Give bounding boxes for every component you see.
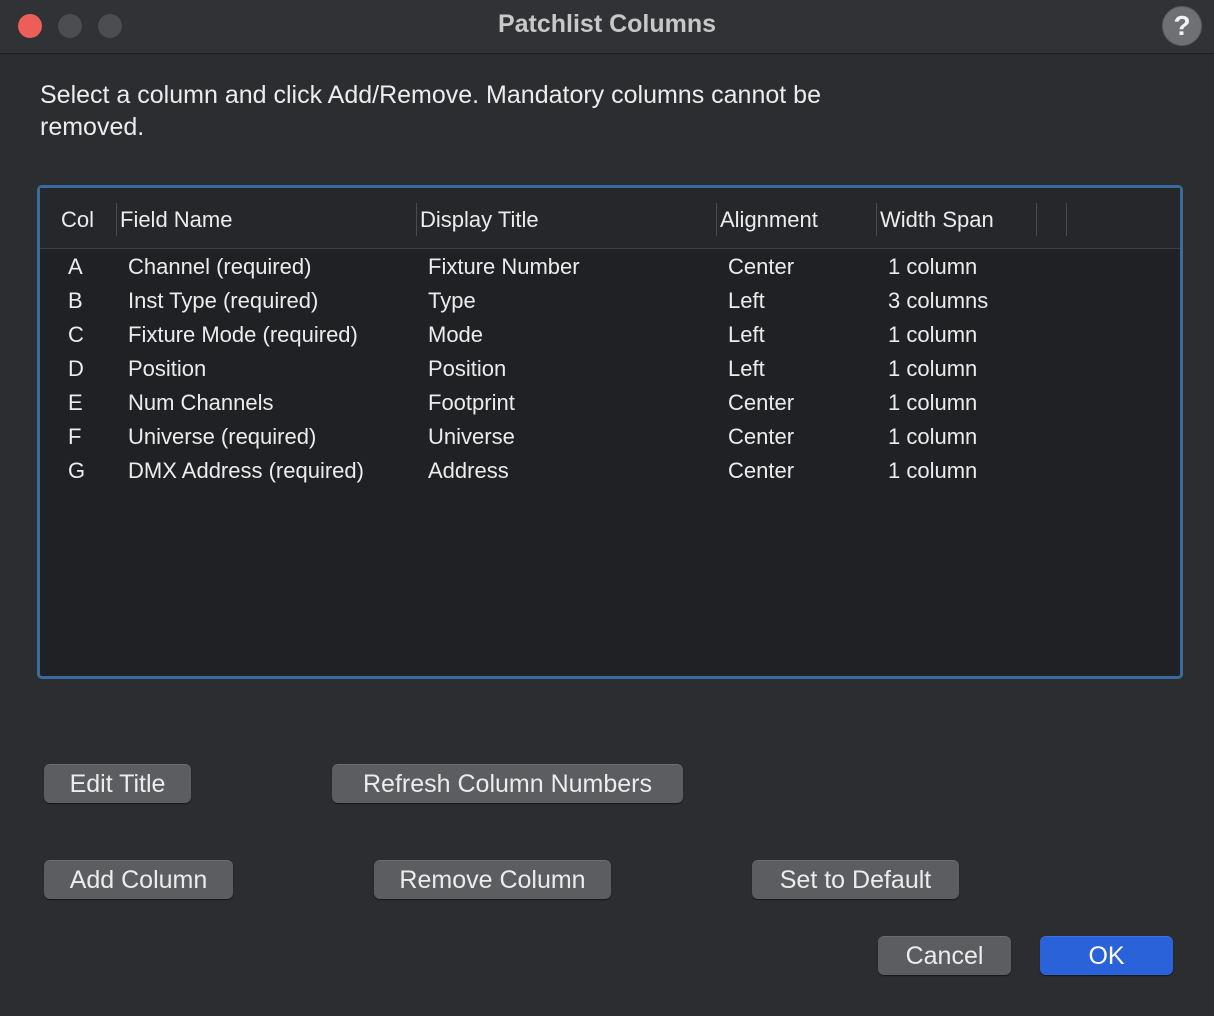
cell-display-title: Universe [428,424,515,449]
cell-col: B [68,288,83,313]
cell-col: G [68,458,86,483]
cell-display-title: Fixture Number [428,254,580,279]
cell-alignment: Center [728,424,795,449]
table-row[interactable]: D Position Position Left 1 column [40,351,1180,385]
header-display-title[interactable]: Display Title [420,207,539,233]
cell-display-title: Address [428,458,509,483]
cell-display-title: Footprint [428,390,515,415]
help-icon[interactable]: ? [1162,6,1202,46]
cell-alignment: Left [728,356,765,381]
table-row[interactable]: E Num Channels Footprint Center 1 column [40,385,1180,419]
column-divider[interactable] [1036,203,1037,236]
refresh-column-numbers-button[interactable]: Refresh Column Numbers [332,764,683,803]
cell-width-span: 3 columns [888,288,989,313]
cell-col: F [68,424,82,449]
cell-field-name: Num Channels [128,390,274,415]
cell-width-span: 1 column [888,390,978,415]
header-col[interactable]: Col [61,207,94,233]
cell-col: C [68,322,84,347]
cell-alignment: Center [728,390,795,415]
cell-width-span: 1 column [888,424,978,449]
cell-alignment: Left [728,288,765,313]
table-row[interactable]: C Fixture Mode (required) Mode Left 1 co… [40,317,1180,351]
cell-width-span: 1 column [888,458,978,483]
cell-field-name: DMX Address (required) [128,458,364,483]
cell-field-name: Inst Type (required) [128,288,319,313]
remove-column-button[interactable]: Remove Column [374,860,611,899]
edit-title-button[interactable]: Edit Title [44,764,191,803]
cell-width-span: 1 column [888,356,978,381]
table-row[interactable]: B Inst Type (required) Type Left 3 colum… [40,283,1180,317]
table-row[interactable]: G DMX Address (required) Address Center … [40,453,1180,487]
cell-col: D [68,356,84,381]
cell-alignment: Center [728,458,795,483]
header-width-span[interactable]: Width Span [880,207,994,233]
column-divider[interactable] [1066,203,1067,236]
cell-width-span: 1 column [888,254,978,279]
header-field-name[interactable]: Field Name [120,207,232,233]
cell-display-title: Type [428,288,476,313]
cell-field-name: Channel (required) [128,254,312,279]
cell-col: A [68,254,83,279]
column-divider[interactable] [876,203,877,236]
column-divider[interactable] [716,203,717,236]
window-title: Patchlist Columns [497,10,717,38]
header-alignment[interactable]: Alignment [720,207,818,233]
cell-field-name: Universe (required) [128,424,317,449]
cancel-button[interactable]: Cancel [878,936,1011,975]
title-bar: Patchlist Columns ? [0,0,1214,54]
add-column-button[interactable]: Add Column [44,860,233,899]
cell-display-title: Mode [428,322,484,347]
cell-width-span: 1 column [888,322,978,347]
cell-display-title: Position [428,356,507,381]
set-to-default-button[interactable]: Set to Default [752,860,959,899]
cell-field-name: Position [128,356,207,381]
table-header: Col Field Name Display Title Alignment W… [40,188,1180,249]
column-divider[interactable] [416,203,417,236]
cell-col: E [68,390,83,415]
instructions-text: Select a column and click Add/Remove. Ma… [40,81,821,141]
table-row[interactable]: A Channel (required) Fixture Number Cent… [40,249,1180,283]
table-row[interactable]: F Universe (required) Universe Center 1 … [40,419,1180,453]
column-divider[interactable] [116,203,117,236]
cell-alignment: Left [728,322,765,347]
columns-table[interactable]: Col Field Name Display Title Alignment W… [37,185,1183,679]
cell-field-name: Fixture Mode (required) [128,322,358,347]
ok-button[interactable]: OK [1040,936,1173,975]
cell-alignment: Center [728,254,795,279]
